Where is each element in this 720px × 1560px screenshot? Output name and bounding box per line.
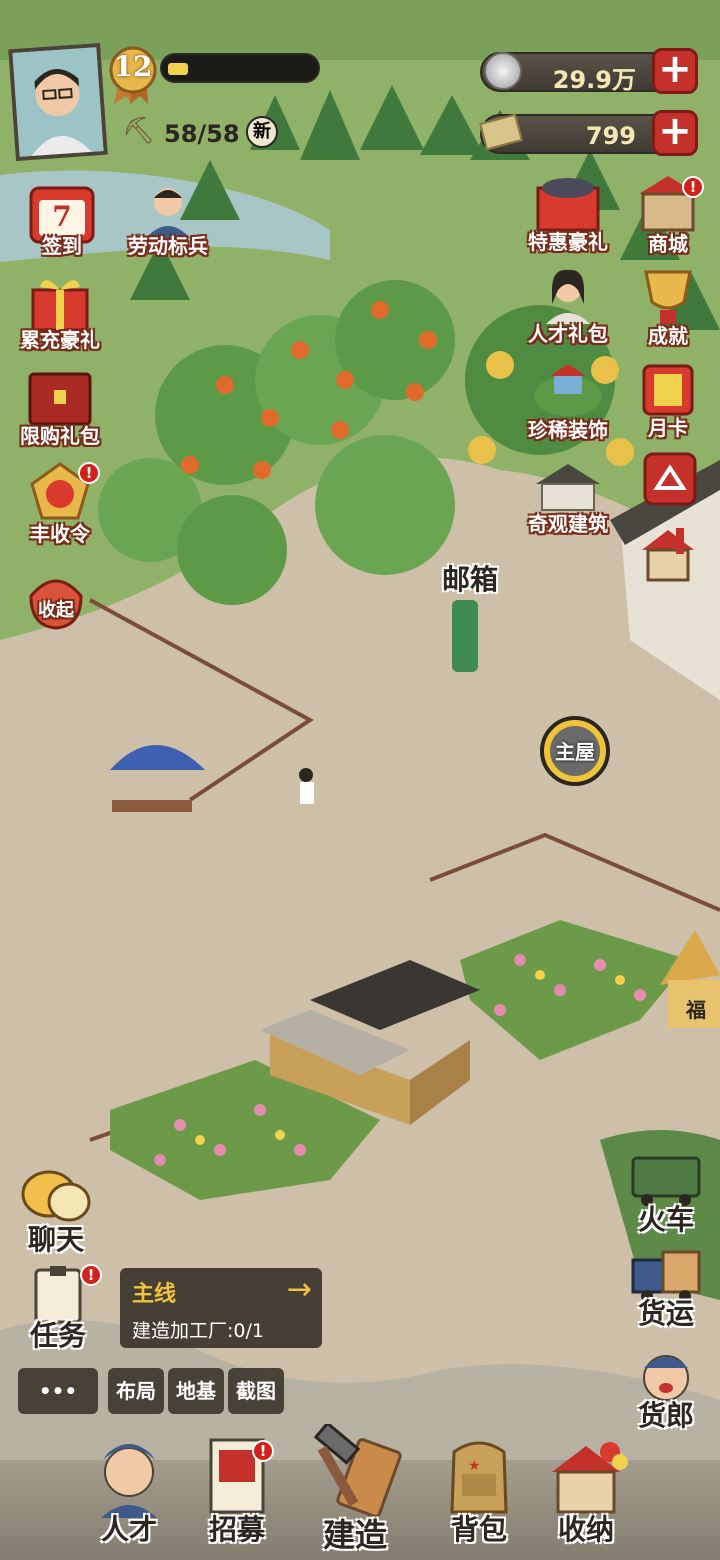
cash-bar: 799 (479, 113, 680, 154)
collapse-label: 收起 (38, 600, 74, 621)
peddler-button[interactable]: 货郎 (624, 1346, 708, 1436)
nav-storage-label: 收纳 (557, 1513, 615, 1546)
main-house-marker[interactable]: 主屋 (540, 716, 610, 786)
special-gift-button[interactable]: 特惠豪礼 (518, 170, 618, 254)
backpack-icon: ★ (450, 1441, 508, 1514)
quest-description: 建造加工厂:0/1 (132, 1320, 264, 1342)
foundation-button[interactable]: 地基 (168, 1368, 224, 1414)
month-card-label: 月卡 (648, 416, 688, 440)
hammer-icon (313, 1424, 402, 1518)
nav-backpack-label: 背包 (450, 1513, 508, 1546)
nav-recruit-label: 招募 (208, 1513, 266, 1546)
worker-icon (146, 188, 190, 238)
cash-icon (479, 113, 523, 151)
storage-house-icon (552, 1442, 628, 1514)
train-label: 火车 (637, 1203, 695, 1236)
labor-model-button[interactable]: 劳动标兵 (118, 178, 218, 260)
shop-alert-badge: ! (682, 176, 704, 198)
player-avatar[interactable] (8, 42, 108, 162)
house-alert-icon (642, 528, 694, 582)
train-button[interactable]: 火车 (624, 1152, 708, 1242)
player-portrait-icon (12, 47, 104, 157)
sign-in-day: 7 (52, 200, 72, 233)
coin-amount: 29.9万 (552, 66, 636, 94)
shop-button[interactable]: ! 商城 (628, 172, 708, 256)
harvest-order-alert-badge: ! (78, 462, 100, 484)
freight-label: 货运 (637, 1297, 695, 1330)
task-alert-badge: ! (80, 1264, 102, 1286)
peddler-label: 货郎 (637, 1399, 695, 1432)
nav-talent[interactable]: 人才 (84, 1432, 174, 1552)
nav-backpack[interactable]: ★ 背包 (434, 1432, 524, 1552)
task-label: 任务 (29, 1319, 87, 1352)
main-house-label: 主屋 (555, 740, 595, 764)
level-badge: 12 (108, 46, 158, 106)
wonder-build-button[interactable]: 奇观建筑 (518, 454, 618, 538)
fu-sign: 福 (686, 998, 706, 1022)
special-gift-label: 特惠豪礼 (528, 230, 608, 254)
coin-bar: 29.9万 (480, 52, 680, 94)
experience-fill (168, 63, 188, 75)
harvest-order-button[interactable]: ! 丰收令 (10, 462, 110, 546)
month-card-button[interactable]: 月卡 (628, 362, 708, 442)
main-quest-panel[interactable]: 主线 → 建造加工厂:0/1 (120, 1268, 322, 1348)
achievement-label: 成就 (648, 324, 688, 348)
chest-icon (28, 372, 92, 426)
coin-icon (484, 52, 522, 90)
achievement-button[interactable]: 成就 (628, 266, 708, 350)
screenshot-button[interactable]: 截图 (228, 1368, 284, 1414)
recharge-gift-button[interactable]: 累充豪礼 (10, 272, 110, 352)
harvest-order-label: 丰收令 (30, 522, 90, 546)
add-cash-button[interactable]: + (652, 110, 698, 156)
trophy-icon (644, 270, 692, 324)
new-tag[interactable]: 新 (246, 116, 278, 148)
decoration-icon (534, 364, 602, 416)
shovel-icon: ⛏ (122, 116, 156, 146)
month-card-icon (642, 364, 694, 416)
triangle-up-icon (643, 452, 697, 506)
nav-talent-label: 人才 (100, 1513, 158, 1546)
more-button[interactable]: ••• (18, 1368, 98, 1414)
freight-button[interactable]: 货运 (624, 1248, 708, 1338)
limited-pack-button[interactable]: 限购礼包 (10, 366, 110, 448)
wonder-build-label: 奇观建筑 (528, 512, 608, 536)
layout-button[interactable]: 布局 (108, 1368, 164, 1414)
gift-icon (536, 178, 600, 232)
nav-storage[interactable]: 收纳 (536, 1432, 636, 1552)
labor-model-label: 劳动标兵 (128, 234, 208, 258)
player-level: 12 (113, 50, 153, 83)
wonder-building-icon (536, 464, 600, 511)
arrow-right-icon: → (286, 1272, 312, 1307)
nav-build-label: 建造 (322, 1516, 388, 1554)
nav-build[interactable]: 建造 (300, 1424, 410, 1554)
rare-decor-label: 珍稀装饰 (528, 418, 608, 442)
recharge-gift-label: 累充豪礼 (20, 328, 100, 352)
energy-value: 58/58 (164, 120, 240, 148)
gift-box-icon (31, 280, 89, 332)
task-button[interactable]: ! 任务 (16, 1264, 102, 1354)
shop-label: 商城 (648, 232, 688, 256)
limited-pack-label: 限购礼包 (20, 424, 100, 448)
experience-bar (160, 53, 320, 83)
chat-button[interactable]: 聊天 (14, 1168, 98, 1258)
mailbox-label[interactable]: 邮箱 (442, 558, 498, 598)
recruit-alert-badge: ! (252, 1440, 274, 1462)
talent-pack-button[interactable]: 人才礼包 (518, 264, 618, 348)
cash-amount: 799 (585, 122, 636, 150)
svg-text:★: ★ (468, 1458, 481, 1474)
sign-in-button[interactable]: 7 签到 (14, 180, 110, 260)
nav-recruit[interactable]: ! 招募 (192, 1436, 282, 1552)
collapse-button[interactable]: 收起 (14, 566, 98, 636)
rare-decor-button[interactable]: 珍稀装饰 (518, 360, 618, 444)
sign-in-label: 签到 (42, 234, 82, 258)
quest-title: 主线 (132, 1281, 177, 1307)
up-arrow-button[interactable] (640, 452, 700, 508)
talent-pack-label: 人才礼包 (528, 322, 608, 346)
build-alert-button[interactable] (636, 524, 700, 584)
worker-avatar-icon (101, 1444, 157, 1518)
chat-label: 聊天 (27, 1223, 85, 1256)
talent-portrait-icon (546, 269, 590, 324)
add-coins-button[interactable]: + (652, 48, 698, 94)
